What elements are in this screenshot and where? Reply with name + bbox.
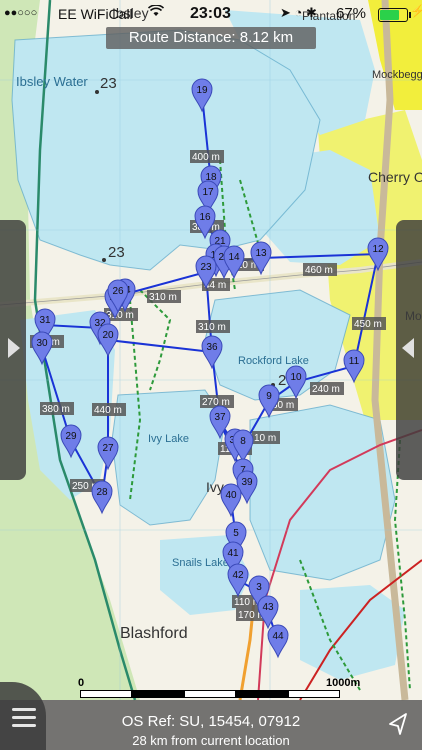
clock: 23:03 [190, 5, 231, 22]
svg-text:11: 11 [349, 356, 360, 367]
svg-text:41: 41 [227, 548, 239, 559]
route-distance-banner: Route Distance: 8.12 km [106, 27, 316, 49]
svg-text:31: 31 [39, 315, 51, 326]
svg-text:310 m: 310 m [149, 292, 177, 303]
place-ibsley-water: Ibsley Water [16, 74, 88, 89]
status-icons: ➤ ◔ ✱ [280, 5, 317, 20]
place-snails-lake: Snails Lake [172, 557, 229, 569]
svg-text:440 m: 440 m [94, 405, 122, 416]
svg-text:5: 5 [233, 528, 239, 539]
segment-distance-label: 440 m [92, 403, 126, 416]
battery-icon [378, 8, 411, 22]
segment-distance-label: 380 m [40, 402, 74, 415]
svg-text:460 m: 460 m [305, 265, 333, 276]
carrier-name: EE WiFiCall [58, 6, 133, 22]
svg-text:43: 43 [262, 602, 274, 613]
svg-text:10 m: 10 m [254, 433, 276, 444]
svg-text:30: 30 [36, 338, 48, 349]
hamburger-menu-icon [12, 708, 36, 711]
status-bar: ●●○○○ EE WiFiCall 23:03 ➤ ◔ ✱ 67% ⚡ [0, 0, 422, 30]
svg-text:8: 8 [240, 436, 246, 447]
svg-text:16: 16 [199, 212, 211, 223]
svg-text:36: 36 [206, 342, 218, 353]
place-blashford: Blashford [120, 625, 188, 642]
svg-text:40: 40 [225, 490, 237, 501]
svg-text:28: 28 [96, 487, 108, 498]
segment-distance-label: 240 m [310, 382, 344, 395]
segment-distance-label: 10 m [252, 431, 280, 444]
svg-text:10: 10 [290, 372, 302, 383]
svg-text:23: 23 [200, 262, 212, 273]
spot-height-2: 2 [278, 372, 286, 389]
signal-strength-icon: ●●○○○ [4, 7, 38, 19]
battery-fill [380, 10, 399, 20]
segment-distance-label: 460 m [303, 263, 337, 276]
svg-text:27: 27 [102, 443, 114, 454]
place-mockbeggar: Mockbeggar [372, 69, 422, 81]
lake-east-mid [260, 150, 380, 265]
place-cherry: Cherry O [368, 169, 422, 185]
charging-icon: ⚡ [410, 4, 422, 18]
svg-text:450 m: 450 m [354, 319, 382, 330]
chevron-right-icon [8, 338, 20, 358]
wifi-icon [147, 4, 165, 20]
svg-text:39: 39 [241, 477, 253, 488]
svg-text:13: 13 [255, 248, 267, 259]
svg-text:17: 17 [202, 187, 214, 198]
svg-text:42: 42 [232, 570, 244, 581]
battery-percent: 67% [336, 5, 367, 22]
place-ivy-lake: Ivy Lake [148, 433, 189, 445]
locate-me-button[interactable] [376, 700, 422, 750]
segment-distance-label: 450 m [352, 317, 386, 330]
right-panel-toggle[interactable] [396, 220, 422, 480]
segment-distance-label: 310 m [196, 320, 230, 333]
os-map[interactable]: Ibsley Ibsley Water 23 23 Mockbeggar Che… [0, 0, 422, 750]
svg-text:380 m: 380 m [42, 404, 70, 415]
chevron-left-icon [402, 338, 414, 358]
svg-text:19: 19 [196, 85, 208, 96]
segment-distance-label: 310 m [147, 290, 181, 303]
svg-text:9: 9 [266, 391, 272, 402]
place-rockford-lake: Rockford Lake [238, 355, 309, 367]
svg-text:14: 14 [228, 252, 240, 263]
svg-text:29: 29 [65, 431, 77, 442]
svg-text:240 m: 240 m [312, 384, 340, 395]
segment-distance-label: 400 m [190, 150, 224, 163]
distance-from-location: 28 km from current location [132, 733, 290, 748]
navigation-arrow-icon [389, 713, 407, 735]
svg-text:20: 20 [102, 330, 114, 341]
scale-bar [80, 690, 342, 700]
scale-end-label: 1000m [326, 677, 361, 689]
svg-text:12: 12 [372, 244, 384, 255]
left-panel-toggle[interactable] [0, 220, 26, 480]
scale-start-label: 0 [78, 677, 85, 689]
spot-height-23a: 23 [100, 75, 117, 92]
os-grid-reference: OS Ref: SU, 15454, 07912 [121, 713, 301, 730]
svg-text:44: 44 [272, 631, 284, 642]
svg-text:37: 37 [214, 412, 226, 423]
svg-text:26: 26 [112, 286, 124, 297]
svg-text:400 m: 400 m [192, 152, 220, 163]
svg-text:3: 3 [256, 582, 262, 593]
svg-text:310 m: 310 m [198, 322, 226, 333]
spot-height-23b: 23 [108, 244, 125, 261]
